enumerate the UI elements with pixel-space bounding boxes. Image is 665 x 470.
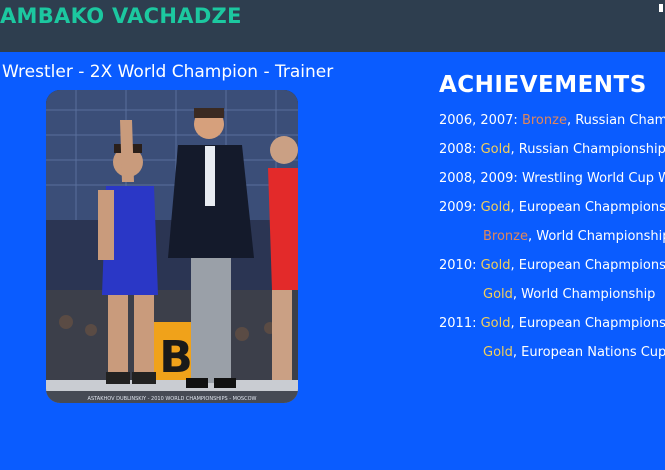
medal-gold: Gold	[483, 345, 513, 360]
achievement-row: 2010: Gold, European Chapmpionship	[439, 253, 665, 282]
page-tagline: Wrestler - 2X World Champion - Trainer	[2, 62, 334, 82]
achievement-row: 2008: Gold, Russian Championship	[439, 137, 665, 166]
achievement-row: 2009: Gold, European Chapmpionship	[439, 195, 665, 224]
achievement-event: , European Chapmpionship	[510, 258, 665, 273]
site-brand[interactable]: AMBAKO VACHADZE	[0, 2, 242, 30]
nav-menu-icon[interactable]	[659, 4, 663, 12]
achievement-row: 2011: Gold, European Chapmpionship	[439, 311, 665, 340]
photo-caption: ASTAKHOV DUBLINSKIY - 2010 WORLD CHAMPIO…	[88, 396, 257, 402]
medal-bronze: Bronze	[521, 113, 567, 128]
achievement-years: 2010:	[439, 258, 481, 273]
achievements-list: 2006, 2007: Bronze, Russian Championship…	[439, 108, 665, 369]
medal-gold: Gold	[480, 316, 511, 331]
achievement-years: 2011:	[439, 316, 481, 331]
achievement-event: , World Championship	[528, 229, 665, 244]
wrestler-photo: B ASTAKHOV DUBLINSKIY - 2010 WORLD CHAMP…	[46, 90, 298, 403]
achievement-event: , Russian Championship	[566, 113, 665, 128]
medal-gold: Gold	[480, 258, 511, 273]
achievements-heading: ACHIEVEMENTS	[439, 72, 647, 98]
achievement-event: , European Chapmpionship	[510, 200, 665, 215]
achievement-event: , World Championship	[512, 287, 656, 302]
achievement-years: 2009:	[439, 200, 481, 215]
achievement-years: 2006, 2007:	[439, 113, 522, 128]
medal-gold: Gold	[483, 287, 513, 302]
medal-bronze: Bronze	[483, 229, 528, 244]
achievement-row: Bronze, World Championship	[439, 224, 665, 253]
medal-gold: Gold	[480, 200, 511, 215]
achievement-row: Gold, World Championship	[439, 282, 665, 311]
medal-gold: Gold	[480, 142, 511, 157]
achievement-event: , Russian Championship	[510, 142, 665, 157]
achievement-years: 2008:	[439, 142, 481, 157]
achievement-years: 2008, 2009: Wrestling World Cup Winner	[439, 171, 665, 186]
svg-text:B: B	[159, 332, 193, 383]
achievement-row: 2008, 2009: Wrestling World Cup Winner	[439, 166, 665, 195]
achievement-row: Gold, European Nations Cup	[439, 340, 665, 369]
achievement-event: , European Nations Cup	[512, 345, 665, 360]
achievement-row: 2006, 2007: Bronze, Russian Championship	[439, 108, 665, 137]
achievement-event: , European Chapmpionship	[510, 316, 665, 331]
top-navbar: AMBAKO VACHADZE	[0, 0, 665, 52]
